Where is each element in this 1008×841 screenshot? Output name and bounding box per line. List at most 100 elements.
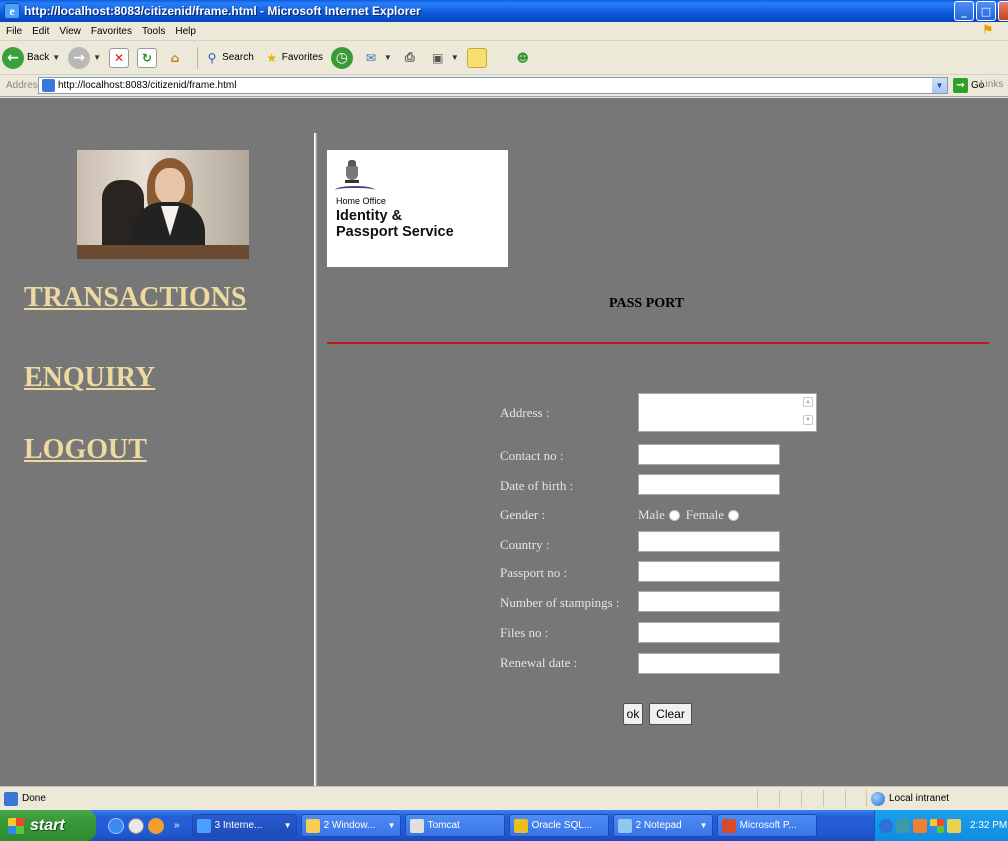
logo-line-2: Passport Service: [336, 224, 454, 240]
home-button[interactable]: ⌂: [165, 48, 185, 68]
menu-bar: File Edit View Favorites Tools Help ⚑: [0, 22, 1008, 41]
menu-view[interactable]: View: [59, 26, 81, 37]
task-windows-explorer[interactable]: 2 Window... ▼: [300, 814, 401, 837]
window-titlebar[interactable]: e http://localhost:8083/citizenid/frame.…: [0, 0, 1008, 22]
page-icon: [42, 79, 55, 92]
scroll-down-icon[interactable]: ▼: [803, 415, 813, 425]
gender-female-label: Female: [685, 507, 724, 522]
tray-app-icon[interactable]: [913, 818, 927, 833]
renewal-input[interactable]: [638, 653, 780, 674]
windows-flag-icon: [8, 817, 24, 834]
mail-icon: ✉: [365, 50, 376, 65]
tray-network-icon[interactable]: [896, 818, 910, 833]
dob-input[interactable]: [638, 474, 780, 495]
close-button[interactable]: [998, 1, 1008, 21]
country-input[interactable]: [638, 531, 780, 552]
logo-service-name: Identity & Passport Service: [336, 208, 454, 240]
task-oracle-sql[interactable]: Oracle SQL...: [508, 814, 609, 837]
stampings-input[interactable]: [638, 591, 780, 612]
passport-label: Passport no :: [500, 565, 568, 580]
address-textarea[interactable]: [638, 393, 817, 432]
address-scrollbar[interactable]: ▲ ▼: [801, 395, 815, 430]
messenger-icon: ☻: [516, 50, 529, 65]
media-quicklaunch-icon[interactable]: [128, 817, 144, 834]
gender-options: Male Female: [638, 507, 745, 523]
address-bar: Address http://localhost:8083/citizenid/…: [0, 75, 1008, 97]
security-zone[interactable]: Local intranet: [866, 790, 949, 807]
notes-button[interactable]: [466, 47, 487, 68]
task-label: 3 Interne...: [214, 820, 263, 831]
menu-help[interactable]: Help: [175, 26, 196, 37]
status-text: Done: [22, 793, 46, 804]
internet-explorer-icon: e: [4, 3, 20, 19]
gender-female-radio[interactable]: [727, 509, 739, 521]
gender-male-radio[interactable]: [668, 509, 680, 521]
task-label: Microsoft P...: [739, 820, 797, 831]
clear-button[interactable]: Clear: [649, 703, 692, 725]
tray-volume-icon[interactable]: [947, 818, 961, 833]
history-button[interactable]: ◷: [330, 46, 353, 69]
menu-tools[interactable]: Tools: [142, 26, 165, 37]
chevron-down-icon[interactable]: ▼: [932, 78, 947, 93]
forward-button[interactable]: → ▼: [68, 46, 101, 69]
favorites-button[interactable]: ★ Favorites: [262, 48, 323, 68]
powerpoint-icon: [721, 818, 736, 833]
quicklaunch-more-button[interactable]: »: [174, 820, 180, 831]
search-label: Search: [222, 52, 254, 63]
search-icon: ⚲: [207, 50, 217, 65]
menu-edit[interactable]: Edit: [32, 26, 49, 37]
folder-icon: [305, 818, 320, 833]
mail-button[interactable]: ✉ ▼: [361, 48, 392, 68]
print-button[interactable]: ⎙: [400, 48, 420, 68]
gender-male-label: Male: [638, 507, 665, 522]
firefox-quicklaunch-icon[interactable]: [148, 817, 164, 834]
search-button[interactable]: ⚲ Search: [202, 48, 254, 68]
nav-logout-link[interactable]: LOGOUT: [24, 434, 147, 466]
back-button[interactable]: ← Back ▼: [2, 46, 60, 69]
passport-input[interactable]: [638, 561, 780, 582]
minimize-button[interactable]: _: [954, 1, 974, 21]
chevron-down-icon[interactable]: ▼: [384, 53, 392, 62]
right-frame: Home Office Identity & Passport Service …: [317, 133, 1008, 786]
menu-favorites[interactable]: Favorites: [91, 26, 132, 37]
zone-label: Local intranet: [889, 793, 950, 804]
task-microsoft-powerpoint[interactable]: Microsoft P...: [716, 814, 817, 837]
maximize-button[interactable]: □: [976, 1, 996, 21]
tray-arrow-icon[interactable]: [879, 818, 893, 833]
scroll-up-icon[interactable]: ▲: [803, 397, 813, 407]
links-button[interactable]: Links: [980, 79, 1003, 90]
tray-windows-icon[interactable]: [930, 818, 944, 833]
nav-transactions-link[interactable]: TRANSACTIONS: [24, 282, 247, 314]
refresh-button[interactable]: ↻: [137, 47, 158, 68]
nav-enquiry-link[interactable]: ENQUIRY: [24, 362, 155, 394]
ie-quicklaunch-icon[interactable]: [108, 817, 124, 834]
task-label: 2 Notepad: [635, 820, 682, 831]
task-label: Tomcat: [427, 820, 460, 831]
task-notepad[interactable]: 2 Notepad ▼: [612, 814, 713, 837]
logo-swoosh: [335, 186, 375, 194]
start-label: start: [30, 816, 65, 834]
chevron-down-icon[interactable]: ▼: [52, 53, 60, 62]
notepad-icon: [617, 818, 632, 833]
menu-file[interactable]: File: [6, 26, 22, 37]
start-button[interactable]: start: [0, 810, 96, 841]
chevron-down-icon[interactable]: ▼: [93, 53, 101, 62]
task-label: 2 Window...: [323, 820, 376, 831]
files-input[interactable]: [638, 622, 780, 643]
star-icon: ★: [266, 50, 278, 65]
chevron-down-icon[interactable]: ▼: [451, 53, 459, 62]
task-internet-explorer[interactable]: 3 Interne... ▼: [191, 814, 297, 837]
dob-label: Date of birth :: [500, 478, 574, 493]
contact-input[interactable]: [638, 444, 780, 465]
edit-button[interactable]: ▣ ▼: [428, 48, 459, 68]
task-tomcat[interactable]: Tomcat: [404, 814, 505, 837]
taskbar: start » 3 Interne... ▼ 2 Window... ▼ Tom…: [0, 810, 1008, 841]
ok-button[interactable]: ok: [623, 703, 643, 725]
windows-flag-icon: ⚑: [982, 23, 994, 38]
status-bar: Done Local intranet: [0, 786, 1008, 810]
system-tray: 2:32 PM: [874, 810, 1008, 841]
status-panes: [757, 790, 867, 807]
address-input[interactable]: http://localhost:8083/citizenid/frame.ht…: [38, 77, 948, 94]
stop-button[interactable]: ✕: [109, 47, 130, 68]
messenger-button[interactable]: ☻: [513, 48, 533, 68]
